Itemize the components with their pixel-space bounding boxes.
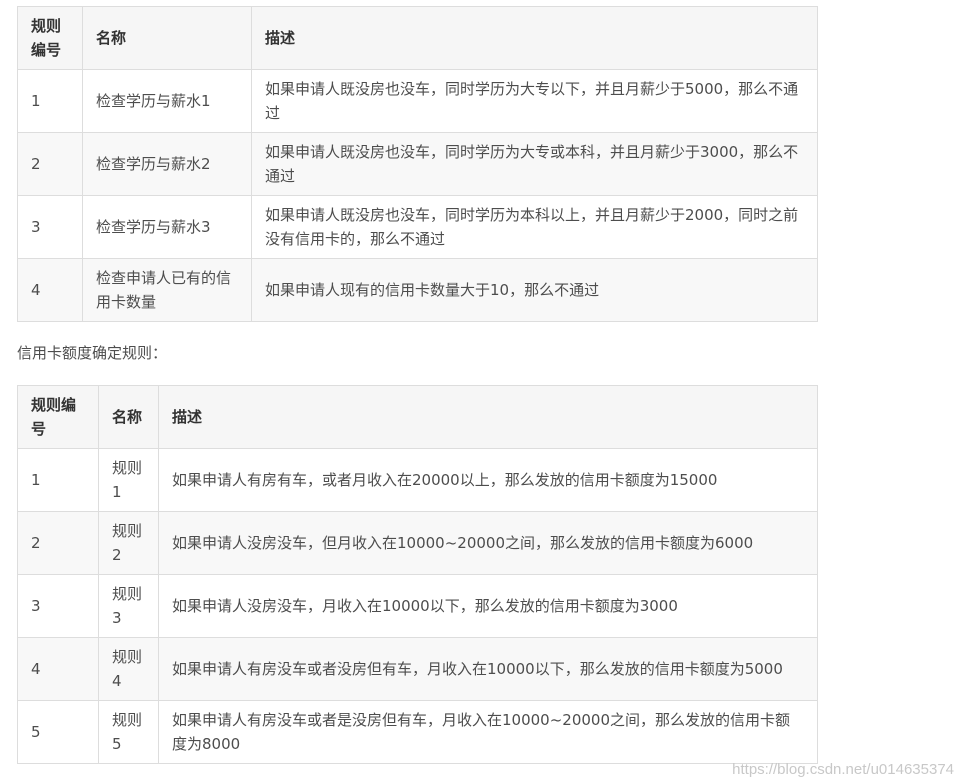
rule-name-cell: 规则1: [98, 448, 159, 512]
rule-id-cell: 1: [17, 448, 99, 512]
rule-name-cell: 规则2: [98, 511, 159, 575]
table-row: 1 规则1 如果申请人有房有车，或者月收入在20000以上，那么发放的信用卡额度…: [17, 448, 818, 512]
limit-rules-table: 规则编号 名称 描述 1 规则1 如果申请人有房有车，或者月收入在20000以上…: [17, 385, 818, 764]
header-rule-id: 规则编号: [17, 385, 99, 449]
header-description: 描述: [158, 385, 818, 449]
table-row: 2 规则2 如果申请人没房没车，但月收入在10000~20000之间，那么发放的…: [17, 511, 818, 575]
rule-name-cell: 规则3: [98, 574, 159, 638]
rule-name-cell: 检查申请人已有的信用卡数量: [82, 258, 252, 322]
rule-id-cell: 2: [17, 132, 83, 196]
rule-id-cell: 1: [17, 69, 83, 133]
rule-description-cell: 如果申请人有房没车或者是没房但有车，月收入在10000~20000之间，那么发放…: [158, 700, 818, 764]
rule-name-cell: 检查学历与薪水3: [82, 195, 252, 259]
rule-name-cell: 规则5: [98, 700, 159, 764]
header-name: 名称: [82, 6, 252, 70]
rule-description-cell: 如果申请人现有的信用卡数量大于10，那么不通过: [251, 258, 818, 322]
rule-description-cell: 如果申请人有房没车或者没房但有车，月收入在10000以下，那么发放的信用卡额度为…: [158, 637, 818, 701]
rule-id-cell: 3: [17, 574, 99, 638]
rule-name-cell: 检查学历与薪水2: [82, 132, 252, 196]
approval-rules-table: 规则编号 名称 描述 1 检查学历与薪水1 如果申请人既没房也没车，同时学历为大…: [17, 6, 818, 322]
header-name: 名称: [98, 385, 159, 449]
table-row: 4 规则4 如果申请人有房没车或者没房但有车，月收入在10000以下，那么发放的…: [17, 637, 818, 701]
table-header-row: 规则编号 名称 描述: [17, 385, 818, 449]
table-row: 3 检查学历与薪水3 如果申请人既没房也没车，同时学历为本科以上，并且月薪少于2…: [17, 195, 818, 259]
rule-id-cell: 4: [17, 258, 83, 322]
rule-name-cell: 规则4: [98, 637, 159, 701]
rule-id-cell: 4: [17, 637, 99, 701]
rule-id-cell: 2: [17, 511, 99, 575]
rule-description-cell: 如果申请人有房有车，或者月收入在20000以上，那么发放的信用卡额度为15000: [158, 448, 818, 512]
table-header-row: 规则编号 名称 描述: [17, 6, 818, 70]
table-row: 5 规则5 如果申请人有房没车或者是没房但有车，月收入在10000~20000之…: [17, 700, 818, 764]
rule-description-cell: 如果申请人既没房也没车，同时学历为大专以下，并且月薪少于5000，那么不通过: [251, 69, 818, 133]
header-rule-id: 规则编号: [17, 6, 83, 70]
rule-description-cell: 如果申请人既没房也没车，同时学历为本科以上，并且月薪少于2000，同时之前没有信…: [251, 195, 818, 259]
limit-rules-caption: 信用卡额度确定规则：: [17, 344, 168, 362]
table-row: 3 规则3 如果申请人没房没车，月收入在10000以下，那么发放的信用卡额度为3…: [17, 574, 818, 638]
rule-description-cell: 如果申请人既没房也没车，同时学历为大专或本科，并且月薪少于3000，那么不通过: [251, 132, 818, 196]
rule-name-cell: 检查学历与薪水1: [82, 69, 252, 133]
watermark: https://blog.csdn.net/u014635374: [732, 761, 954, 778]
table-row: 2 检查学历与薪水2 如果申请人既没房也没车，同时学历为大专或本科，并且月薪少于…: [17, 132, 818, 196]
rule-id-cell: 3: [17, 195, 83, 259]
table-row: 1 检查学历与薪水1 如果申请人既没房也没车，同时学历为大专以下，并且月薪少于5…: [17, 69, 818, 133]
table-row: 4 检查申请人已有的信用卡数量 如果申请人现有的信用卡数量大于10，那么不通过: [17, 258, 818, 322]
rule-id-cell: 5: [17, 700, 99, 764]
rule-description-cell: 如果申请人没房没车，月收入在10000以下，那么发放的信用卡额度为3000: [158, 574, 818, 638]
header-description: 描述: [251, 6, 818, 70]
rule-description-cell: 如果申请人没房没车，但月收入在10000~20000之间，那么发放的信用卡额度为…: [158, 511, 818, 575]
